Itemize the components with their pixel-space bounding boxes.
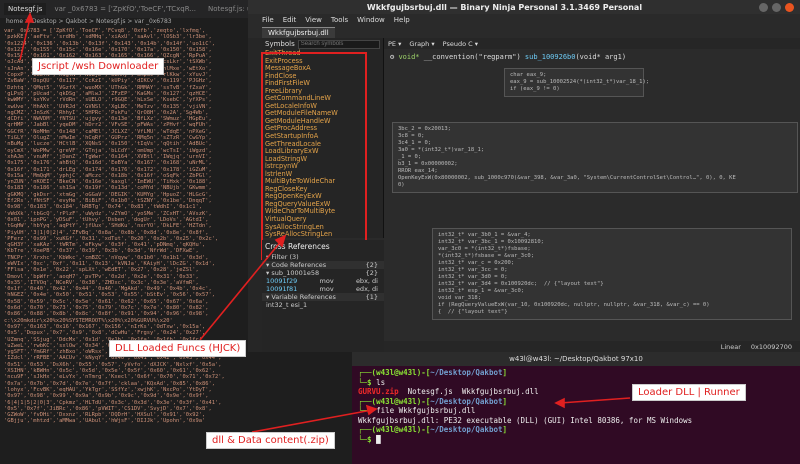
symbol-item[interactable]: SysReAllocStringLen	[265, 231, 383, 239]
xrefs-filter[interactable]: ▾ Filter (3)	[262, 253, 384, 261]
pseudo-c-line[interactable]: if (eax_9 != 0)	[510, 86, 638, 93]
annotation-dll-funcs: DLL Loaded Funcs (HJCK)	[109, 340, 247, 357]
pseudo-c-view[interactable]: PE ▾ Graph ▾ Pseudo C ▾ ⚙ void* __conven…	[384, 38, 800, 352]
file-tab[interactable]: Wkkfgujbsrbuj.dll	[262, 26, 335, 38]
annotation-loader: Loader DLL | Runner	[632, 384, 746, 401]
pseudo-c-line[interactable]: eax_9 = sub_10002524(*(int32_t*)var_18_1…	[510, 79, 649, 86]
pseudo-c-line[interactable]: _1 = 0;	[398, 154, 792, 161]
editor-tab-bar: Notesgf.js var _0x6783 = ['ZpKfO','ToeCF…	[0, 0, 274, 18]
pseudo-c-line[interactable]: 3a0 = *(int32_t*)var_18_1;	[398, 147, 792, 154]
editor-code-area[interactable]: var _0x6783 = ['ZpKfO','ToeCF','FCvq8','…	[0, 28, 248, 464]
symbols-title: Symbols	[265, 40, 295, 48]
pseudo-c-line[interactable]: 0)	[398, 182, 792, 189]
annotation-data: dll & Data content(.zip)	[206, 432, 335, 449]
pseudo-c-line[interactable]: int32_t* var_3cc = 0;	[438, 267, 786, 274]
sidebar-strip[interactable]	[248, 38, 262, 352]
code-line: 'pzkKE','aeFtv','srdHb','sdMHq','xiAxU',…	[4, 34, 212, 41]
annotation-jscript: Jscript /wsh Downloader	[32, 58, 165, 75]
pseudo-c-line[interactable]: b3_1 = 0x00000002;	[398, 161, 792, 168]
symbols-search-input[interactable]	[297, 39, 380, 49]
close-button[interactable]	[785, 2, 794, 12]
pseudo-c-line[interactable]: 3bc_2 = 0x20013;	[398, 126, 792, 133]
pseudo-c-line[interactable]: RROR eax_14;	[398, 168, 792, 175]
window-titlebar[interactable]: Wkkfgujbsrbuj.dll — Binary Ninja Persona…	[248, 0, 800, 14]
pseudo-c-line[interactable]: char eax_9;	[510, 72, 638, 79]
breadcrumb[interactable]: home > Desktop > Qakbot > Notesgf.js > v…	[0, 18, 248, 28]
code-line: 'hNGEZ','0x4e','0x50','0x51','0x53','0x5…	[4, 292, 215, 299]
code-line: 'qrHMP','JabBl','yqeDM','hDrr2','VFvSE',…	[4, 122, 212, 129]
pseudo-c-dropdown[interactable]: Pseudo C ▾	[443, 40, 478, 48]
code-line: 'vWdXk','tbGcQ','rPlzF','uWydz','vZYmO',…	[4, 210, 212, 217]
pseudo-c-line[interactable]: OpenKeyExW(0x80000002, sub_1000c970(&var…	[398, 175, 792, 182]
pseudo-c-line[interactable]: int32_t* esp_1 = &var_3c0;	[438, 288, 786, 295]
code-line: 'tGqHW','hbYyq','aqPtY','jfUux','SHdKu',…	[4, 223, 212, 230]
binary-ninja-window: Wkkfgujbsrbuj.dll — Binary Ninja Persona…	[248, 0, 800, 352]
pseudo-c-line[interactable]: if (RegQueryValueExW(var_10, 0x100920dc,…	[438, 302, 786, 309]
pseudo-c-line[interactable]: int32_t* var_3b0_1 = &var_4;	[438, 232, 786, 239]
code-line: 'GBjju','mhtzd','aMMwa','UAbul','hWjsF',…	[4, 418, 206, 425]
pseudo-c-line[interactable]: int32_t* var_c = 0x200;	[438, 260, 786, 267]
pseudo-c-line[interactable]: 3c4_1 = 0;	[398, 140, 792, 147]
status-address: 0x10092700	[750, 342, 792, 351]
menu-edit[interactable]: Edit	[283, 16, 297, 24]
menu-help[interactable]: Help	[394, 16, 410, 24]
code-line: 'nBuMg','lucze','HCtlB','XQNsS','0x150',…	[4, 141, 212, 148]
window-title: Wkkfgujbsrbuj.dll — Binary Ninja Persona…	[366, 2, 643, 12]
symbols-list: ExitThread ExitProcess MessageBoxA FindClos…	[262, 49, 383, 239]
variable-references-header[interactable]: ▾ Variable References {1}	[262, 293, 384, 301]
pseudo-c-line[interactable]: var_3c0 = *(int32_t*)fsbase;	[438, 246, 786, 253]
view-toolbar: PE ▾ Graph ▾ Pseudo C ▾	[384, 38, 800, 49]
pseudo-c-line[interactable]: *(int32_t*)fsbase = &var_3c0;	[438, 253, 786, 260]
code-line: '0x175','0x176','ahBtQ','0x16d','EeBYa',…	[4, 160, 212, 167]
xref-row[interactable]: 10091f29 mov ebx, di	[262, 277, 384, 285]
pseudo-c-line[interactable]: int32_t* var_3d0 = 0;	[438, 274, 786, 281]
xref-function[interactable]: ▾ sub_10001e58 {2}	[262, 269, 384, 277]
code-block[interactable]: int32_t* var_3b0_1 = &var_4; int32_t* var…	[432, 228, 792, 320]
code-line: 'oyCmX','WoPMw','greVF','GTnja','bLCdY',…	[4, 147, 212, 154]
code-line: 'xwUve','HhAXt','UVRJd','GVNSl','XgLBC',…	[4, 103, 212, 110]
code-line: 'ncu9F','sJkHx','eLvYx','nTmrg','Kxecl',…	[4, 374, 225, 381]
pseudo-c-line[interactable]: int32_t* var_3d4 = 0x100920dc; // {"layo…	[438, 281, 786, 288]
menu-file[interactable]: File	[262, 16, 274, 24]
status-view[interactable]: Linear	[721, 343, 741, 351]
xref-variable-row[interactable]: int32_t esi_1	[262, 301, 384, 309]
code-line: 'kwWMY','kxYKv','rVdRn','sUELO','r9GQE',…	[4, 97, 212, 104]
menu-window[interactable]: Window	[357, 16, 385, 24]
pseudo-c-line[interactable]: void var_318;	[438, 295, 786, 302]
editor-tab-var[interactable]: var _0x6783 = ['ZpKfO','ToeCF','TCxqR...	[50, 3, 200, 15]
function-signature[interactable]: ⚙ void* __convention("regparm") sub_1009…	[384, 49, 800, 65]
xrefs-title: Cross References	[265, 242, 330, 251]
graph-dropdown[interactable]: Graph ▾	[409, 40, 434, 48]
view-type-dropdown[interactable]: PE ▾	[388, 40, 401, 48]
terminal-titlebar[interactable]: w43l@w43l: ~/Desktop/Qakbot 97x10	[352, 352, 800, 366]
code-line: '0x1224','0x136','0x13b','0x13f','0x143'…	[4, 40, 215, 47]
code-line: 'ZvBaW','DspQU','0x117','CcKzI','kUPiy',…	[4, 78, 212, 85]
code-references-header[interactable]: ▾ Code References {2}	[262, 261, 384, 269]
code-line: '0x7a','0x7b','0x7d','0x7e','0x7f','ckla…	[4, 380, 215, 387]
terminal-title: w43l@w43l: ~/Desktop/Qakbot 97x10	[509, 355, 643, 363]
code-block[interactable]: 3bc_2 = 0x20013; 3c8 = 0; 3c4_1 = 0; 3a0 = …	[392, 122, 798, 193]
xref-row[interactable]: 10091f81 mov edx, di	[262, 285, 384, 293]
minimize-button[interactable]	[759, 2, 768, 12]
code-block[interactable]: char eax_9; eax_9 = sub_10002524(*(int32_…	[504, 68, 649, 97]
code-line: '0x183','0x186','sh1Sa','0x19f','0x13d',…	[4, 185, 212, 192]
menu-bar: File Edit View Tools Window Help	[248, 14, 800, 26]
menu-view[interactable]: View	[305, 16, 322, 24]
pseudo-c-line[interactable]: 3c8 = 0;	[398, 133, 792, 140]
cross-references-panel: Cross References ▾ Filter (3) ▾ Code Ref…	[262, 240, 384, 352]
gear-icon[interactable]: ⚙	[390, 53, 398, 61]
terminal-output[interactable]: ┌──(w43l@w43l)-[~/Desktop/Qakbot] └─$ ls G…	[352, 366, 800, 446]
pseudo-c-line[interactable]: int32_t* var_3bc_1 = 0x10092810;	[438, 239, 786, 246]
maximize-button[interactable]	[772, 2, 781, 12]
symbols-panel: Symbols ExitThreadExitProcessMessageBoxA…	[262, 38, 384, 238]
code-line: '6|4|1|5|2|0|3','Cpkmz','HLTdU','0x3c','…	[4, 399, 222, 406]
status-bar: Linear 0x10092700	[384, 341, 800, 352]
code-line: '0x16f','0x171','drLEg','0x174','0x176',…	[4, 166, 212, 173]
editor-tab-notesgf[interactable]: Notesgf.js	[4, 3, 47, 15]
pseudo-c-line[interactable]: { // {"layout text"}	[438, 309, 786, 316]
file-tab-bar: Wkkfgujbsrbuj.dll	[248, 26, 800, 38]
terminal-window[interactable]: w43l@w43l: ~/Desktop/Qakbot 97x10 ┌──(w4…	[352, 352, 800, 464]
menu-tools[interactable]: Tools	[331, 16, 348, 24]
